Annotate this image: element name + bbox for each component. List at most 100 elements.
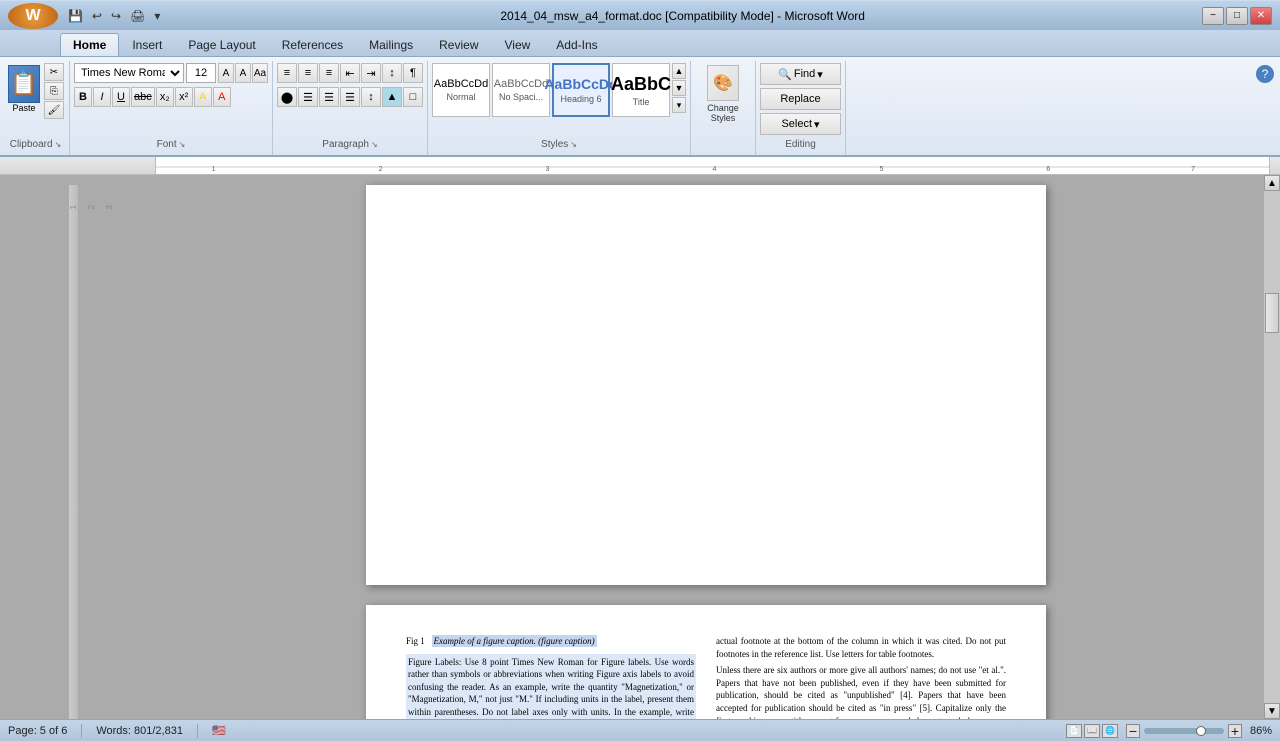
scroll-down-button[interactable]: ▼ [1264,703,1280,719]
styles-scroll: ▲ ▼ ▾ [672,63,686,113]
svg-text:4: 4 [713,166,717,173]
font-group-expand[interactable]: ↘ [179,140,186,149]
replace-button[interactable]: Replace [760,88,841,110]
font-name-select[interactable]: Times New Roman [74,63,184,83]
print-layout-button[interactable]: 📄 [1066,724,1082,738]
strikethrough-button[interactable]: abc [131,87,155,107]
tab-view[interactable]: View [492,33,544,56]
highlight-button[interactable]: A [194,87,212,107]
undo-button[interactable]: ↩ [89,8,105,24]
select-button[interactable]: Select ▾ [760,113,841,135]
find-icon: 🔍 [778,68,792,81]
svg-text:3: 3 [546,166,550,173]
align-right-button[interactable]: ☰ [319,87,339,107]
paste-icon: 📋 [8,65,40,103]
justify-button[interactable]: ☰ [340,87,360,107]
font-size-input[interactable] [186,63,216,83]
grow-font-button[interactable]: A [218,63,234,83]
figure-label: Fig 1 [406,636,425,646]
tab-addins[interactable]: Add-Ins [543,33,610,56]
web-layout-button[interactable]: 🌐 [1102,724,1118,738]
underline-button[interactable]: U [112,87,130,107]
copy-button[interactable]: ⎘ [44,82,64,100]
maximize-button[interactable]: □ [1226,7,1248,25]
minimize-button[interactable]: − [1202,7,1224,25]
shading-button[interactable]: ▲ [382,87,402,107]
clipboard-expand[interactable]: ↘ [55,140,62,149]
find-button[interactable]: 🔍 Find ▾ [760,63,841,85]
scroll-up-button[interactable]: ▲ [1264,175,1280,191]
sort-button[interactable]: ↕ [382,63,402,83]
office-button[interactable]: W [8,3,58,29]
bold-button[interactable]: B [74,87,92,107]
ribbon: Home Insert Page Layout References Maili… [0,30,1280,157]
numbering-button[interactable]: ≡ [298,63,318,83]
change-case-button[interactable]: Aa [252,63,268,83]
style-normal[interactable]: AaBbCcDd Normal [432,63,490,117]
zoom-plus-button[interactable]: + [1228,724,1242,738]
tab-home[interactable]: Home [60,33,119,56]
save-button[interactable]: 💾 [65,8,86,24]
superscript-button[interactable]: x² [175,87,193,107]
styles-group-expand[interactable]: ↘ [570,140,577,149]
document-page-main: Fig 1 Example of a figure caption. (figu… [366,605,1046,719]
close-button[interactable]: ✕ [1250,7,1272,25]
vertical-scrollbar[interactable]: ▲ ▼ [1264,175,1280,719]
print-button[interactable]: 🖨 [127,8,148,24]
redo-button[interactable]: ↪ [108,8,124,24]
zoom-minus-button[interactable]: − [1126,724,1140,738]
tab-insert[interactable]: Insert [119,33,175,56]
italic-button[interactable]: I [93,87,111,107]
increase-indent-button[interactable]: ⇥ [361,63,381,83]
font-size-buttons: A A Aa [218,63,268,83]
align-center-button[interactable]: ☰ [298,87,318,107]
full-screen-reading-button[interactable]: 📖 [1084,724,1100,738]
clipboard-group: 📋 Paste ✂ ⎘ 🖌 Clipboard ↘ [2,61,70,155]
tab-page-layout[interactable]: Page Layout [175,33,268,56]
zoom-slider-thumb[interactable] [1196,726,1206,736]
change-styles-button[interactable]: 🎨 Change Styles [697,63,749,125]
svg-text:7: 7 [1191,166,1195,173]
style-normal-sample: AaBbCcDd [434,78,488,90]
quick-access-customize[interactable]: ▾ [151,8,163,24]
font-color-button[interactable]: A [213,87,231,107]
clipboard-content: 📋 Paste ✂ ⎘ 🖌 [6,63,65,136]
change-styles-content: 🎨 Change Styles [697,63,749,136]
style-no-spacing[interactable]: AaBbCcDd No Spaci... [492,63,550,117]
format-painter-button[interactable]: 🖌 [44,101,64,119]
tab-references[interactable]: References [269,33,356,56]
multilevel-button[interactable]: ≡ [319,63,339,83]
view-buttons: 📄 📖 🌐 [1066,724,1118,738]
scroll-track[interactable] [1264,191,1280,703]
left-panel: 123 [0,175,148,719]
paragraph-group-expand[interactable]: ↘ [371,140,378,149]
styles-scroll-down[interactable]: ▼ [672,80,686,96]
font-name-row: Times New Roman A A Aa [74,63,268,83]
style-title[interactable]: AaBbC Title [612,63,670,117]
style-heading6[interactable]: AaBbCcDd Heading 6 [552,63,610,117]
cut-button[interactable]: ✂ [44,63,64,81]
tab-mailings[interactable]: Mailings [356,33,426,56]
change-styles-icon: 🎨 [707,65,739,101]
document-area[interactable]: Fig 1 Example of a figure caption. (figu… [148,175,1264,719]
left-ruler: 123 [69,185,79,719]
subscript-button[interactable]: x₂ [156,87,174,107]
word-count: Words: 801/2,831 [96,725,183,737]
ruler: 1 2 3 4 5 6 7 [0,157,1280,175]
style-normal-label: Normal [446,92,475,102]
styles-scroll-up[interactable]: ▲ [672,63,686,79]
show-marks-button[interactable]: ¶ [403,63,423,83]
help-button[interactable]: ? [1256,65,1274,83]
borders-button[interactable]: □ [403,87,423,107]
scroll-thumb[interactable] [1265,293,1279,333]
shrink-font-button[interactable]: A [235,63,251,83]
bullets-button[interactable]: ≡ [277,63,297,83]
tab-review[interactable]: Review [426,33,491,56]
zoom-slider[interactable] [1144,728,1224,734]
change-styles-label: Change Styles [699,103,747,123]
paste-button[interactable]: 📋 Paste [6,63,42,115]
decrease-indent-button[interactable]: ⇤ [340,63,360,83]
styles-more[interactable]: ▾ [672,97,686,113]
line-spacing-button[interactable]: ↕ [361,87,381,107]
align-left-button[interactable]: ⬤ [277,87,297,107]
